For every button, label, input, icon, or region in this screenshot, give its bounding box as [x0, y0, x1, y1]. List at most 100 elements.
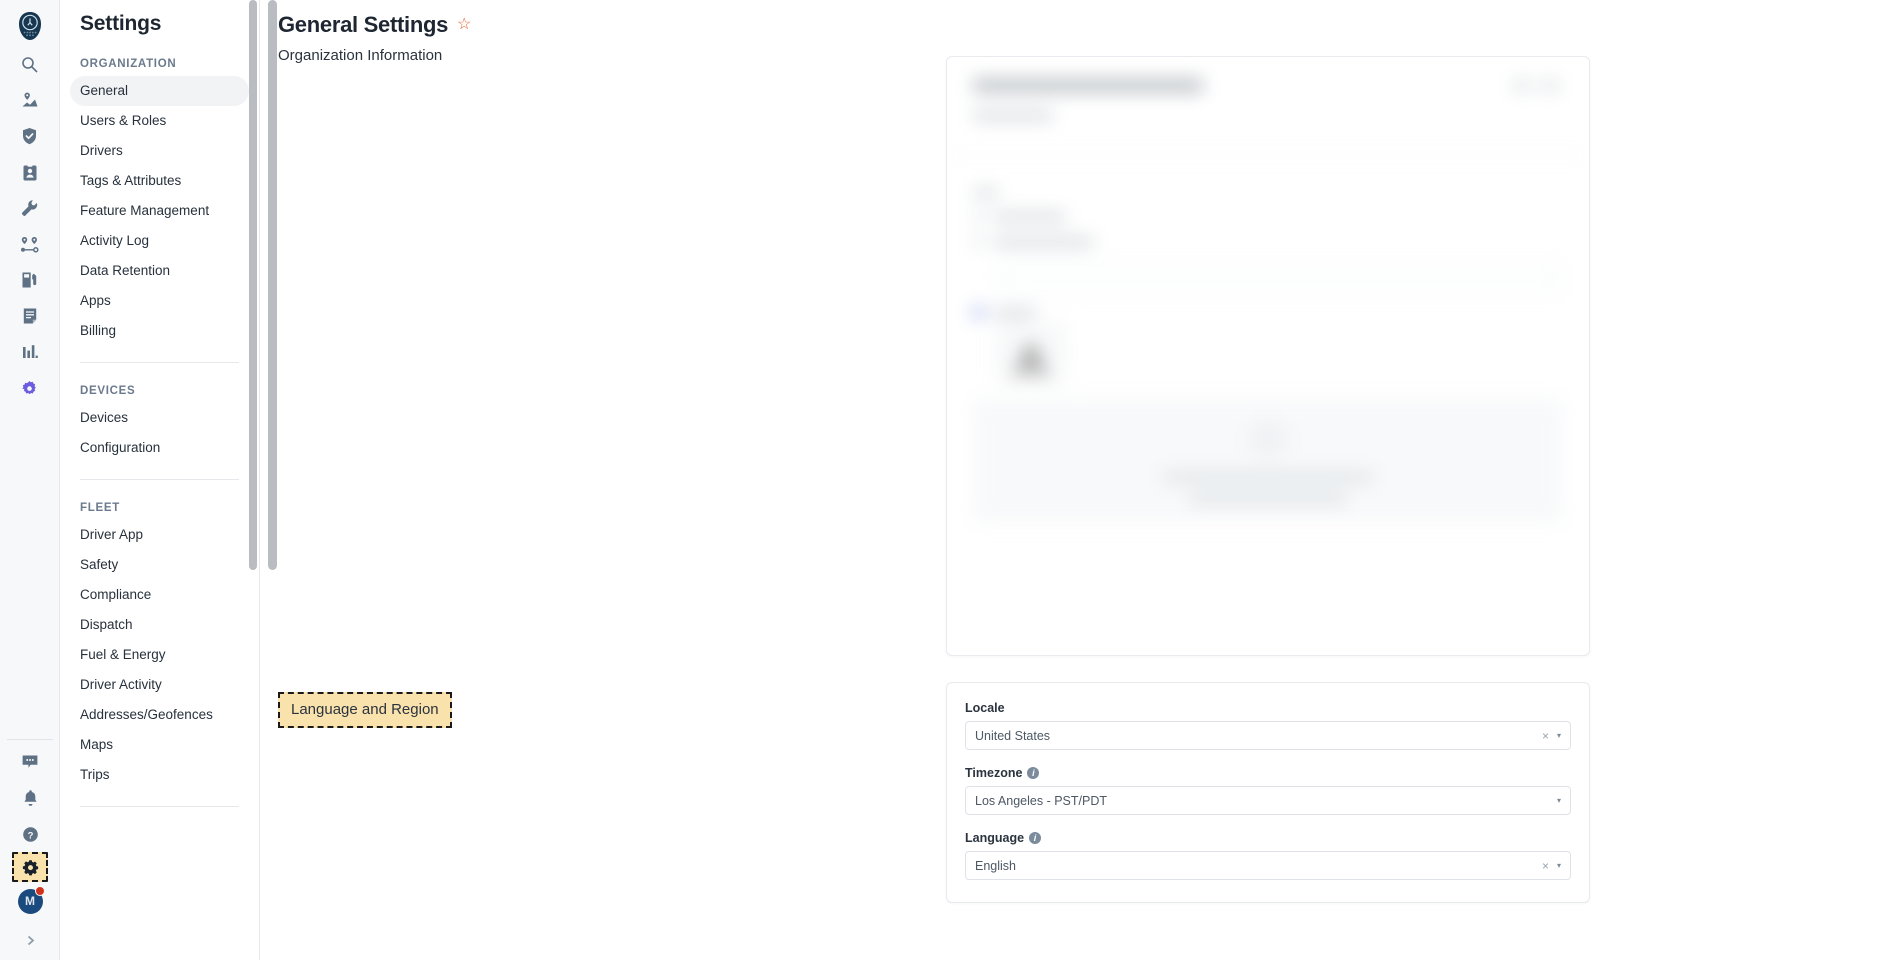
global-icon-rail: ? M: [0, 0, 60, 960]
nav-group-devices-label: DEVICES: [80, 385, 136, 397]
chevron-right-icon[interactable]: [10, 920, 50, 960]
sidebar-scrollbar[interactable]: [249, 0, 257, 570]
help-circle-icon[interactable]: ?: [10, 816, 50, 852]
redacted-upload-dropzone: [973, 398, 1563, 523]
language-region-label-col: Language and Region: [278, 686, 452, 728]
language-value: English: [975, 858, 1016, 873]
sidebar-item-maps[interactable]: Maps: [70, 730, 249, 760]
sidebar-item-billing[interactable]: Billing: [70, 316, 249, 346]
wrench-icon[interactable]: [10, 190, 50, 226]
redacted-action-1: [1513, 81, 1531, 90]
sidebar-item-devices[interactable]: Devices: [70, 403, 249, 433]
redacted-radio-1: [973, 211, 1563, 222]
timezone-label: Timezone i: [965, 766, 1571, 780]
main-content: General Settings ☆ Organization Informat…: [260, 0, 1892, 960]
shield-icon[interactable]: [10, 118, 50, 154]
sidebar-item-compliance[interactable]: Compliance: [70, 580, 249, 610]
avatar[interactable]: M: [10, 882, 50, 920]
language-label-text: Language: [965, 831, 1025, 845]
timezone-select[interactable]: Los Angeles - PST/PDT ▾: [965, 786, 1571, 815]
sidebar-item-dispatch[interactable]: Dispatch: [70, 610, 249, 640]
redacted-divider: [947, 154, 1589, 155]
redacted-org-name: [973, 79, 1203, 92]
sidebar-item-users-roles[interactable]: Users & Roles: [70, 106, 249, 136]
document-icon[interactable]: [10, 298, 50, 334]
org-info-label-col: Organization Information: [260, 38, 815, 65]
locale-value: United States: [975, 728, 1051, 743]
org-info-label: Organization Information: [278, 47, 443, 64]
sidebar-item-drivers[interactable]: Drivers: [70, 136, 249, 166]
language-info-icon[interactable]: i: [1029, 832, 1042, 844]
language-chevron-down-icon[interactable]: ▾: [1557, 861, 1561, 870]
sidebar-item-driver-activity[interactable]: Driver Activity: [70, 670, 249, 700]
sidebar-item-fuel-energy[interactable]: Fuel & Energy: [70, 640, 249, 670]
language-select[interactable]: English × ▾: [965, 851, 1571, 880]
rail-divider: [7, 739, 53, 740]
redacted-radio-dot-3: [973, 307, 984, 318]
locale-clear-icon[interactable]: ×: [1538, 729, 1557, 743]
timezone-chevron-down-icon[interactable]: ▾: [1557, 796, 1561, 805]
map-pin-icon[interactable]: [10, 82, 50, 118]
bar-chart-icon[interactable]: [10, 334, 50, 370]
nav-group-organization-label: ORGANIZATION: [80, 58, 177, 70]
redacted-org-sub: [973, 111, 1053, 120]
sidebar-title: Settings: [80, 12, 162, 35]
organization-information-card: A: [946, 56, 1590, 656]
locale-label-text: Locale: [965, 701, 1005, 715]
language-clear-icon[interactable]: ×: [1538, 859, 1557, 873]
chat-bubble-icon[interactable]: [10, 744, 50, 780]
sidebar-item-trips[interactable]: Trips: [70, 760, 249, 790]
language-region-label: Language and Region: [278, 692, 452, 728]
sidebar-item-addresses-geofences[interactable]: Addresses/Geofences: [70, 700, 249, 730]
sidebar-item-data-retention[interactable]: Data Retention: [70, 256, 249, 286]
redacted-content-layer: A: [947, 57, 1589, 545]
redacted-radio-text-1: [994, 212, 1066, 221]
id-badge-icon[interactable]: [10, 154, 50, 190]
timezone-value: Los Angeles - PST/PDT: [975, 793, 1108, 808]
sidebar-item-configuration[interactable]: Configuration: [70, 433, 249, 463]
notification-dot: [35, 886, 45, 896]
main-content-scrollbar[interactable]: [268, 0, 277, 570]
owl-brand-logo[interactable]: [10, 6, 50, 46]
search-icon[interactable]: [10, 46, 50, 82]
redacted-logo-thumbnail: A: [995, 322, 1067, 384]
redacted-text-input: [995, 263, 1563, 293]
redacted-radio-dot-1: [973, 211, 984, 222]
redacted-radio-text-2: [994, 237, 1094, 246]
timezone-field: Timezone i Los Angeles - PST/PDT ▾: [965, 766, 1571, 815]
sidebar-item-driver-app[interactable]: Driver App: [70, 520, 249, 550]
locale-select[interactable]: United States × ▾: [965, 721, 1571, 750]
redacted-actions: [1513, 81, 1559, 90]
redacted-upload-icon: [1248, 418, 1288, 459]
redacted-radio-3: [973, 307, 1563, 318]
locale-field: Locale United States × ▾: [965, 701, 1571, 750]
sidebar-item-apps[interactable]: Apps: [70, 286, 249, 316]
purple-gear-icon[interactable]: [10, 370, 50, 406]
route-nodes-icon[interactable]: [10, 226, 50, 262]
redacted-action-2: [1541, 81, 1559, 90]
sidebar-item-general[interactable]: General: [70, 76, 249, 106]
bell-icon[interactable]: [10, 780, 50, 816]
locale-chevron-down-icon[interactable]: ▾: [1557, 731, 1561, 740]
rail-primary-icons: [10, 46, 50, 406]
language-field: Language i English × ▾: [965, 831, 1571, 880]
page-header: General Settings ☆: [260, 0, 1892, 38]
sidebar-item-tags-attributes[interactable]: Tags & Attributes: [70, 166, 249, 196]
language-label: Language i: [965, 831, 1571, 845]
nav-divider-3: [80, 806, 239, 807]
redacted-upload-line-2: [1188, 494, 1348, 503]
fuel-pump-icon[interactable]: [10, 262, 50, 298]
timezone-label-text: Timezone: [965, 766, 1023, 780]
sidebar-item-safety[interactable]: Safety: [70, 550, 249, 580]
rail-secondary-icons: ? M: [0, 731, 60, 960]
redacted-upload-line-1: [1163, 472, 1373, 481]
nav-group-fleet-label: FLEET: [80, 502, 120, 514]
redacted-field-label: [973, 189, 999, 197]
page-title: General Settings: [278, 12, 449, 37]
gear-icon[interactable]: [12, 852, 48, 882]
sidebar-item-feature-management[interactable]: Feature Management: [70, 196, 249, 226]
sidebar-item-activity-log[interactable]: Activity Log: [70, 226, 249, 256]
timezone-info-icon[interactable]: i: [1027, 767, 1040, 779]
redacted-radio-dot-2: [973, 236, 984, 247]
favorite-star-icon[interactable]: ☆: [457, 17, 471, 33]
